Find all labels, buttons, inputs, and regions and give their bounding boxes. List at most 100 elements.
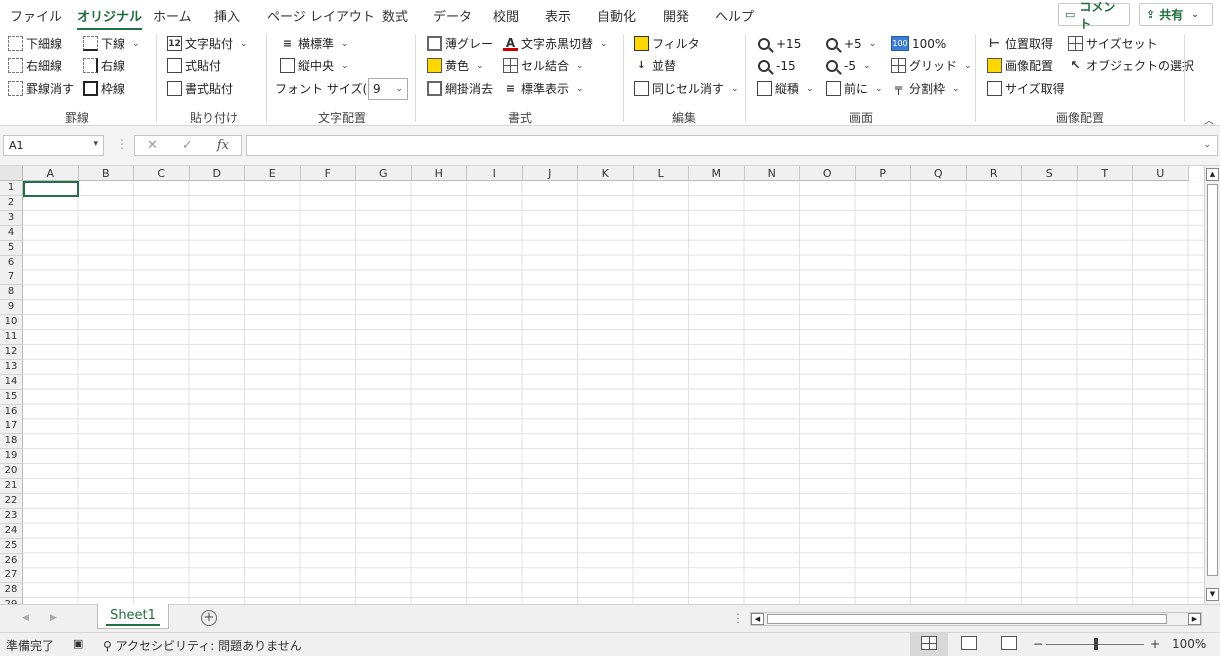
row-header[interactable]: 28 xyxy=(0,583,23,599)
row-header[interactable]: 17 xyxy=(0,419,23,435)
gridlines-button[interactable]: グリッド ⌄ xyxy=(891,55,972,76)
chevron-down-icon[interactable]: ⌄ xyxy=(476,61,484,71)
chevron-down-icon[interactable]: ⌄ xyxy=(576,61,584,71)
column-header[interactable]: I xyxy=(467,166,523,181)
column-header[interactable]: N xyxy=(744,166,800,181)
expand-formula-bar-icon[interactable]: ⌄ xyxy=(1203,140,1211,150)
zoom-100-button[interactable]: 100 100% xyxy=(891,33,946,54)
row-header[interactable]: 1 xyxy=(0,181,23,196)
column-header[interactable]: C xyxy=(134,166,190,181)
worksheet-grid[interactable]: ABCDEFGHIJKLMNOPQRSTU 1 2 3 4 5 6 7 8 9 10 11 12 13 1… xyxy=(0,166,1204,604)
row-header[interactable]: 6 xyxy=(0,255,23,271)
column-header[interactable]: A xyxy=(23,166,79,181)
tab-page-layout[interactable]: ページ レイアウト xyxy=(267,6,375,25)
column-header[interactable]: R xyxy=(966,166,1022,181)
tab-file[interactable]: ファイル xyxy=(10,6,62,25)
macro-record-icon[interactable]: ▣ xyxy=(73,637,83,650)
cells-area[interactable] xyxy=(23,181,1204,604)
right-thin-border-button[interactable]: 右細線 xyxy=(8,55,62,76)
tab-original[interactable]: オリジナル xyxy=(77,6,143,31)
standard-display-button[interactable]: ≡ 標準表示 ⌄ xyxy=(503,78,584,99)
chevron-down-icon[interactable]: ⌄ xyxy=(806,84,814,94)
zoom-out-15-button[interactable]: -15 xyxy=(758,55,796,76)
sort-button[interactable]: ↓ 並替 xyxy=(634,55,676,76)
row-header[interactable]: 26 xyxy=(0,553,23,569)
row-header[interactable]: 4 xyxy=(0,225,23,241)
zoom-slider-thumb[interactable] xyxy=(1094,638,1098,650)
chevron-down-icon[interactable]: ⌄ xyxy=(875,84,883,94)
row-header[interactable]: 23 xyxy=(0,508,23,524)
tab-insert[interactable]: 挿入 xyxy=(214,6,240,25)
right-border-button[interactable]: 右線 xyxy=(83,55,125,76)
column-header[interactable]: D xyxy=(189,166,245,181)
set-size-button[interactable]: サイズセット xyxy=(1068,33,1158,54)
font-size-select[interactable]: 9 ⌄ xyxy=(368,78,408,100)
tab-split-handle-icon[interactable]: ⋮ xyxy=(732,611,744,625)
row-header[interactable]: 24 xyxy=(0,523,23,539)
chevron-down-icon[interactable]: ⌄ xyxy=(341,39,349,49)
zoom-level[interactable]: 100% xyxy=(1172,637,1206,651)
column-header[interactable]: M xyxy=(689,166,745,181)
column-header[interactable]: Q xyxy=(911,166,967,181)
zoom-out-5-button[interactable]: -5 ⌄ xyxy=(826,55,871,76)
place-image-button[interactable]: 画像配置 xyxy=(987,55,1053,76)
sheet-next-icon[interactable]: ▶ xyxy=(50,613,57,623)
tab-automate[interactable]: 自動化 xyxy=(597,6,636,25)
collapse-ribbon-icon[interactable]: ︿ xyxy=(1204,112,1214,127)
active-cell-a1[interactable] xyxy=(23,181,79,197)
row-header[interactable]: 21 xyxy=(0,479,23,494)
name-box[interactable]: A1 ▾ xyxy=(3,135,104,156)
chevron-down-icon[interactable]: ⌄ xyxy=(132,39,140,49)
horizontal-scroll-thumb[interactable] xyxy=(767,614,1167,624)
chevron-down-icon[interactable]: ⌄ xyxy=(576,84,584,94)
erase-same-cells-button[interactable]: 同じセル消す ⌄ xyxy=(634,78,739,99)
column-header[interactable]: H xyxy=(411,166,467,181)
row-header[interactable]: 27 xyxy=(0,568,23,584)
row-header[interactable]: 9 xyxy=(0,300,23,316)
normal-view-icon[interactable] xyxy=(921,636,937,650)
page-break-view-icon[interactable] xyxy=(1001,636,1017,650)
paste-text-button[interactable]: 12 文字貼付 ⌄ xyxy=(167,33,248,54)
comment-button[interactable]: ▭ コメント xyxy=(1058,0,1130,31)
vertical-scroll-thumb[interactable] xyxy=(1207,184,1218,576)
row-header[interactable]: 7 xyxy=(0,270,23,286)
light-gray-fill-button[interactable]: 薄グレー xyxy=(427,33,493,54)
text-red-black-toggle-button[interactable]: A 文字赤黒切替 ⌄ xyxy=(503,33,608,54)
tab-help[interactable]: ヘルプ xyxy=(715,6,754,25)
chevron-down-icon[interactable]: ⌄ xyxy=(341,61,349,71)
column-header[interactable]: E xyxy=(245,166,301,181)
row-header[interactable]: 5 xyxy=(0,240,23,256)
box-border-button[interactable]: 枠線 xyxy=(83,78,125,99)
scroll-right-icon[interactable]: ▶ xyxy=(1188,613,1201,625)
page-layout-view-icon[interactable] xyxy=(961,636,977,650)
scroll-up-icon[interactable]: ▲ xyxy=(1206,168,1219,181)
column-header[interactable]: F xyxy=(300,166,356,181)
column-header[interactable]: T xyxy=(1077,166,1133,181)
bottom-border-button[interactable]: 下線 ⌄ xyxy=(83,33,140,54)
scroll-down-icon[interactable]: ▼ xyxy=(1206,588,1219,601)
column-header[interactable]: K xyxy=(578,166,634,181)
merge-cells-button[interactable]: セル結合 ⌄ xyxy=(503,55,584,76)
chevron-down-icon[interactable]: ⌄ xyxy=(731,84,739,94)
share-button[interactable]: ⇪ 共有 ⌄ xyxy=(1139,3,1213,26)
chevron-down-icon[interactable]: ⌄ xyxy=(600,39,608,49)
chevron-down-icon[interactable]: ⌄ xyxy=(952,84,960,94)
zoom-in-icon[interactable]: + xyxy=(1150,637,1160,651)
chevron-down-icon[interactable]: ⌄ xyxy=(964,61,972,71)
row-header[interactable]: 11 xyxy=(0,330,23,345)
row-header[interactable]: 19 xyxy=(0,449,23,465)
paste-format-button[interactable]: 書式貼付 xyxy=(167,78,233,99)
row-header[interactable]: 14 xyxy=(0,374,23,390)
row-header[interactable]: 3 xyxy=(0,210,23,226)
tab-developer[interactable]: 開発 xyxy=(663,6,689,25)
row-header[interactable]: 22 xyxy=(0,493,23,509)
column-header[interactable]: J xyxy=(522,166,578,181)
vertical-center-button[interactable]: 縦中央 ⌄ xyxy=(280,55,349,76)
clear-fill-button[interactable]: 網掛消去 xyxy=(427,78,493,99)
paste-formula-button[interactable]: 式貼付 xyxy=(167,55,221,76)
chevron-down-icon[interactable]: ⌄ xyxy=(863,61,871,71)
column-header[interactable]: S xyxy=(1022,166,1078,181)
split-pane-button[interactable]: ╤ 分割枠 ⌄ xyxy=(891,78,960,99)
sheet-tab-sheet1[interactable]: Sheet1 xyxy=(97,604,169,629)
row-header[interactable]: 25 xyxy=(0,538,23,554)
